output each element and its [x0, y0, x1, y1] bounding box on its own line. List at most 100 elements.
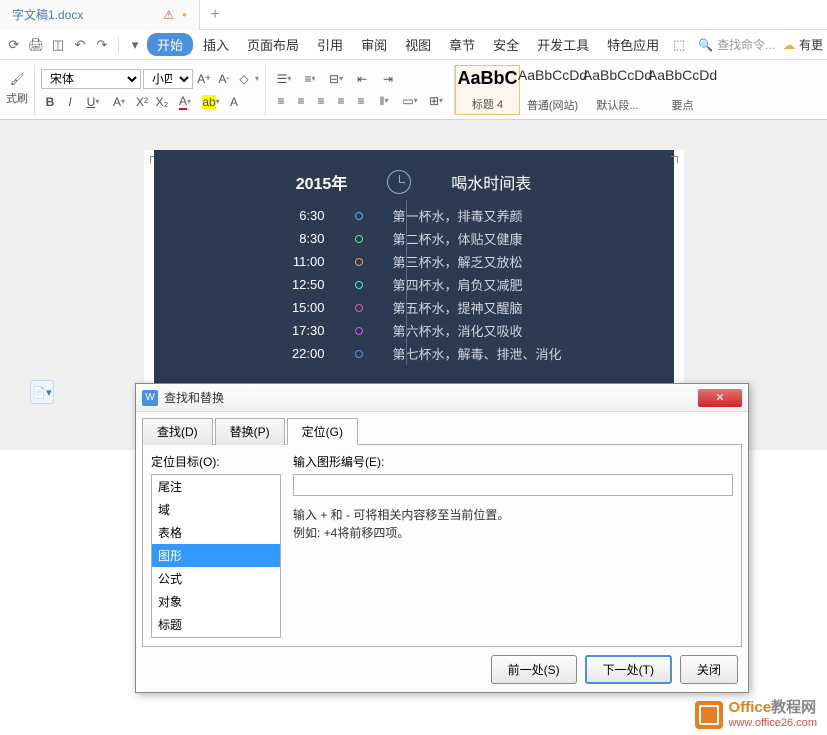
indent-left-button[interactable]: ⇤	[350, 70, 374, 88]
highlight-button[interactable]: ab▾	[199, 93, 223, 111]
align-center-button[interactable]: ≡	[292, 92, 310, 110]
decrease-font-button[interactable]: A-	[215, 70, 233, 88]
water-schedule-graphic[interactable]: 2015年 喝水时间表 6:30第一杯水，排毒又养颜8:30第二杯水，体贴又健康…	[154, 150, 674, 385]
print-icon[interactable]: 🖨	[26, 35, 46, 55]
menu-layout[interactable]: 页面布局	[239, 31, 307, 58]
increase-font-button[interactable]: A+	[195, 70, 213, 88]
dropdown-icon[interactable]: ▾	[125, 35, 145, 55]
goto-target-list[interactable]: 尾注域表格图形公式对象标题	[151, 474, 281, 638]
command-search[interactable]: 🔍 查找命令...	[698, 36, 775, 53]
tab-goto[interactable]: 定位(G)	[287, 418, 358, 445]
style-normal-web[interactable]: AaBbCcDd 普通(网站)	[520, 65, 585, 115]
dialog-tabs: 查找(D) 替换(P) 定位(G)	[142, 418, 742, 445]
multilevel-button[interactable]: ⊟▾	[324, 70, 348, 88]
superscript-button[interactable]: X²	[133, 93, 151, 111]
watermark-logo-icon	[695, 701, 723, 729]
overflow-icon[interactable]: ⬚	[669, 35, 689, 55]
clock-icon	[387, 170, 411, 194]
hint-text-1: 输入 + 和 - 可将相关内容移至当前位置。	[293, 506, 733, 524]
goto-number-input[interactable]	[293, 474, 733, 496]
sync-icon[interactable]: ⟳	[4, 35, 24, 55]
align-right-button[interactable]: ≡	[312, 92, 330, 110]
schedule-row: 15:00 第五杯水，提神又醒脑	[194, 296, 634, 319]
tab-replace[interactable]: 替换(P)	[215, 418, 285, 445]
bullets-button[interactable]: ☰▾	[272, 70, 296, 88]
style-heading4[interactable]: AaBbC 标题 4	[455, 65, 520, 115]
borders-button[interactable]: ⊞▾	[424, 92, 448, 110]
menu-review[interactable]: 审阅	[353, 31, 395, 58]
menu-insert[interactable]: 插入	[195, 31, 237, 58]
styles-gallery[interactable]: AaBbC 标题 4 AaBbCcDd 普通(网站) AaBbCcDd 默认段.…	[455, 65, 715, 115]
warning-icon: ⚠	[163, 8, 174, 22]
shading-button[interactable]: ▭▾	[398, 92, 422, 110]
dialog-app-icon: W	[142, 390, 158, 406]
underline-button[interactable]: U▾	[81, 93, 105, 111]
list-item[interactable]: 公式	[152, 567, 280, 590]
section-nav-icon[interactable]: 📄▾	[30, 380, 54, 404]
font-size-select[interactable]: 小四	[143, 69, 193, 89]
menu-ref[interactable]: 引用	[309, 31, 351, 58]
undo-icon[interactable]: ↶	[70, 35, 90, 55]
subscript-button[interactable]: X₂	[153, 93, 171, 111]
menu-dev[interactable]: 开发工具	[529, 31, 597, 58]
schedule-time: 15:00	[265, 300, 325, 315]
schedule-row: 17:30第六杯水，消化又吸收	[194, 319, 634, 342]
list-item[interactable]: 图形	[152, 544, 280, 567]
numbering-button[interactable]: ≡▾	[298, 70, 322, 88]
schedule-row: 11:00 第三杯水，解乏又放松	[194, 250, 634, 273]
separator	[118, 37, 119, 53]
next-button[interactable]: 下一处(T)	[585, 655, 672, 684]
list-item[interactable]: 表格	[152, 521, 280, 544]
align-justify-button[interactable]: ≡	[332, 92, 350, 110]
font-name-select[interactable]: 宋体	[41, 69, 141, 89]
timeline-dot-icon	[355, 327, 363, 335]
menu-special[interactable]: 特色应用	[599, 31, 667, 58]
menu-view[interactable]: 视图	[397, 31, 439, 58]
format-painter-label[interactable]: 式刷	[6, 90, 28, 106]
timeline-dot-icon	[355, 304, 363, 312]
schedule-time: 11:00	[265, 254, 325, 269]
watermark-url: www.office26.com	[729, 717, 817, 729]
timeline-dot-icon	[355, 281, 363, 289]
schedule-text: 第六杯水，消化又吸收	[393, 321, 563, 340]
list-item[interactable]: 尾注	[152, 475, 280, 498]
bold-button[interactable]: B	[41, 93, 59, 111]
style-label: 普通(网站)	[527, 97, 578, 113]
style-default-para[interactable]: AaBbCcDd 默认段...	[585, 65, 650, 115]
add-tab-button[interactable]: +	[200, 6, 230, 24]
italic-button[interactable]: I	[61, 93, 79, 111]
menu-start[interactable]: 开始	[147, 33, 193, 56]
style-keypoint[interactable]: AaBbCcDd 要点	[650, 65, 715, 115]
timeline-line	[406, 200, 407, 365]
search-icon: 🔍	[698, 38, 713, 52]
format-painter-icon[interactable]: 🖌	[10, 74, 24, 86]
font-color-button[interactable]: A▾	[173, 93, 197, 111]
dialog-titlebar[interactable]: W 查找和替换 ✕	[136, 384, 748, 412]
close-button[interactable]: ✕	[698, 389, 742, 407]
prev-button[interactable]: 前一处(S)	[491, 655, 577, 684]
list-item[interactable]: 对象	[152, 590, 280, 613]
cancel-button[interactable]: 关闭	[680, 655, 738, 684]
clear-format-button[interactable]: ◇	[235, 70, 253, 88]
document-tab[interactable]: 字文稿1.docx ⚠ ●	[0, 0, 200, 30]
tab-find[interactable]: 查找(D)	[142, 418, 213, 445]
search-placeholder: 查找命令...	[717, 36, 775, 53]
modified-dot-icon: ●	[182, 10, 187, 19]
list-item[interactable]: 标题	[152, 613, 280, 636]
schedule-text: 第三杯水，解乏又放松	[393, 252, 563, 271]
schedule-text: 第五杯水，提神又醒脑	[393, 298, 563, 317]
indent-right-button[interactable]: ⇥	[376, 70, 400, 88]
char-shading-button[interactable]: A	[225, 93, 243, 111]
redo-icon[interactable]: ↷	[92, 35, 112, 55]
align-left-button[interactable]: ≡	[272, 92, 290, 110]
strikethrough-button[interactable]: A▾	[107, 93, 131, 111]
menu-safe[interactable]: 安全	[485, 31, 527, 58]
schedule-row: 6:30第一杯水，排毒又养颜	[194, 204, 634, 227]
schedule-text: 第四杯水，肩负又减肥	[393, 275, 563, 294]
list-item[interactable]: 域	[152, 498, 280, 521]
preview-icon[interactable]: ◫	[48, 35, 68, 55]
menu-chapter[interactable]: 章节	[441, 31, 483, 58]
update-link[interactable]: ☁ 有更	[783, 36, 823, 53]
line-spacing-button[interactable]: ‖▾	[372, 92, 396, 110]
distribute-button[interactable]: ≡	[352, 92, 370, 110]
